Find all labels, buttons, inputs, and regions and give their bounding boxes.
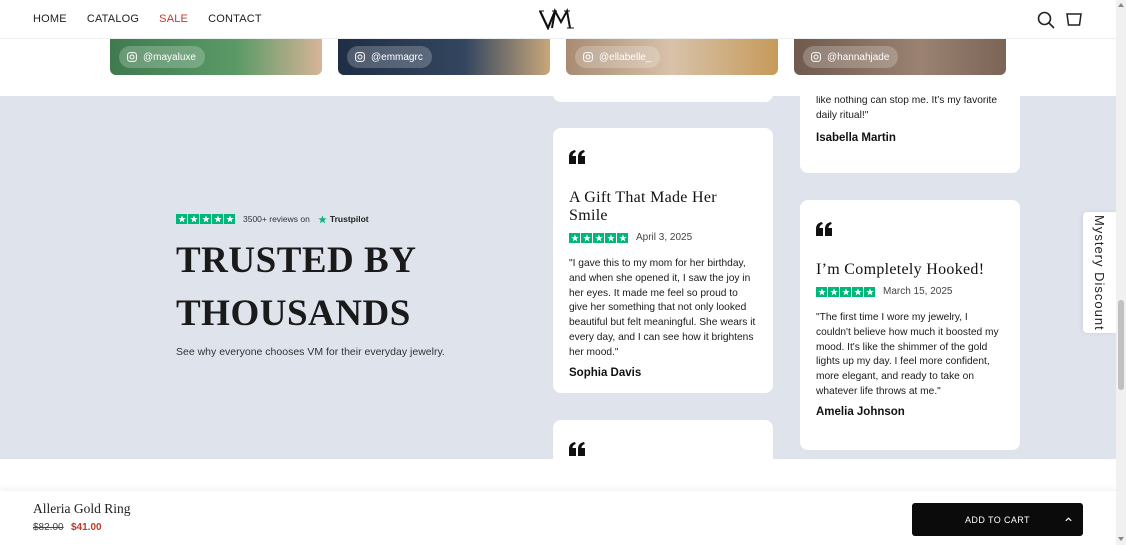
review-date: April 3, 2025	[636, 232, 693, 243]
review-stars	[816, 286, 875, 297]
nav-contact[interactable]: CONTACT	[208, 13, 262, 25]
star-icon	[864, 286, 875, 297]
trustpilot-rating[interactable]: 3500+ reviews on Trustpilot	[176, 214, 506, 224]
instagram-icon	[355, 52, 365, 62]
star-icon	[569, 232, 580, 243]
instagram-handle-tag[interactable]: @hannahjade	[803, 46, 899, 68]
star-icon	[176, 214, 187, 224]
instagram-icon	[811, 52, 821, 62]
main-nav: HOME CATALOG SALE CONTACT	[33, 13, 262, 25]
review-date: March 15, 2025	[883, 286, 953, 297]
star-icon	[605, 232, 616, 243]
review-author: Amelia Johnson	[816, 405, 905, 418]
star-icon	[840, 286, 851, 297]
review-card-partial	[553, 96, 773, 102]
mystery-discount-label: Mystery Discount	[1092, 214, 1107, 331]
review-text: "I gave this to my mom for her birthday,…	[569, 258, 756, 358]
quote-icon	[569, 442, 585, 456]
instagram-handle: @mayaluxe	[143, 51, 196, 63]
instagram-post[interactable]: @hannahjade	[794, 39, 1006, 75]
instagram-handle: @hannahjade	[827, 51, 890, 63]
review-text: like nothing can stop me. It’s my favori…	[816, 96, 998, 121]
instagram-handle-tag[interactable]: @ellabelle_	[575, 46, 661, 68]
instagram-post[interactable]: @emmagrc	[338, 39, 550, 75]
instagram-icon	[583, 52, 593, 62]
trustpilot-label: Trustpilot	[329, 214, 369, 224]
add-to-cart-button[interactable]: ADD TO CART	[912, 503, 1083, 536]
instagram-handle: @ellabelle_	[599, 51, 652, 63]
reviews-count: 3500+ reviews on	[243, 214, 310, 224]
cart-icon[interactable]	[1065, 10, 1085, 30]
sale-price: $41.00	[71, 522, 102, 533]
nav-catalog[interactable]: CATALOG	[87, 13, 139, 25]
trustpilot-logo[interactable]: Trustpilot	[318, 214, 369, 224]
page-scrollbar[interactable]	[1116, 0, 1126, 545]
star-icon	[224, 214, 235, 224]
review-meta: March 15, 2025	[816, 286, 1004, 297]
scroll-up-arrow[interactable]	[1118, 3, 1124, 7]
quote-icon	[569, 150, 585, 164]
review-card: like nothing can stop me. It’s my favori…	[800, 96, 1020, 173]
search-icon[interactable]	[1036, 10, 1056, 30]
nav-home[interactable]: HOME	[33, 13, 67, 25]
instagram-handle: @emmagrc	[371, 51, 423, 63]
star-icon	[828, 286, 839, 297]
review-text: "The first time I wore my jewelry, I cou…	[816, 312, 999, 397]
site-header: HOME CATALOG SALE CONTACT	[0, 0, 1116, 39]
section-title: TRUSTED BY THOUSANDS	[176, 240, 416, 334]
scroll-down-arrow[interactable]	[1118, 537, 1124, 541]
instagram-strip: @mayaluxe @emmagrc @ellabelle_ @hannahja…	[0, 39, 1116, 96]
star-icon	[617, 232, 628, 243]
instagram-post[interactable]: @ellabelle_	[566, 39, 778, 75]
sticky-cart-bar: Alleria Gold Ring $82.00 $41.00 ADD TO C…	[0, 491, 1116, 545]
testimonials-section: 3500+ reviews on Trustpilot TRUSTED BY T…	[0, 96, 1116, 459]
review-title: I’m Completely Hooked!	[816, 261, 985, 278]
instagram-post[interactable]: @mayaluxe	[110, 39, 322, 75]
quote-icon	[816, 222, 832, 236]
star-icon	[212, 214, 223, 224]
star-icon	[200, 214, 211, 224]
original-price: $82.00	[33, 522, 64, 533]
mystery-discount-tab[interactable]: Mystery Discount	[1083, 212, 1116, 333]
trustpilot-star-icon	[318, 214, 327, 223]
product-name: Alleria Gold Ring	[33, 501, 131, 516]
scroll-thumb[interactable]	[1118, 300, 1124, 390]
review-card: I’m Completely Hooked! March 15, 2025 "T…	[800, 200, 1020, 450]
review-author: Isabella Martin	[816, 131, 896, 144]
review-card-partial	[553, 420, 773, 459]
star-icon	[593, 232, 604, 243]
star-icon	[852, 286, 863, 297]
rating-stars	[176, 214, 235, 224]
review-card: A Gift That Made Her Smile April 3, 2025…	[553, 128, 773, 393]
vm-logo[interactable]	[539, 8, 577, 30]
star-icon	[188, 214, 199, 224]
testimonials-intro: 3500+ reviews on Trustpilot TRUSTED BY T…	[176, 214, 506, 358]
review-stars	[569, 232, 628, 243]
review-author: Sophia Davis	[569, 366, 642, 379]
star-icon	[816, 286, 827, 297]
star-icon	[581, 232, 592, 243]
add-to-cart-label: ADD TO CART	[965, 514, 1030, 525]
section-subtitle: See why everyone chooses VM for their ev…	[176, 346, 445, 358]
chevron-up-icon[interactable]	[1064, 515, 1073, 524]
instagram-handle-tag[interactable]: @mayaluxe	[119, 46, 205, 68]
nav-sale[interactable]: SALE	[159, 13, 188, 25]
instagram-icon	[127, 52, 137, 62]
review-title: A Gift That Made Her Smile	[569, 189, 717, 224]
review-meta: April 3, 2025	[569, 232, 757, 243]
instagram-handle-tag[interactable]: @emmagrc	[347, 46, 432, 68]
